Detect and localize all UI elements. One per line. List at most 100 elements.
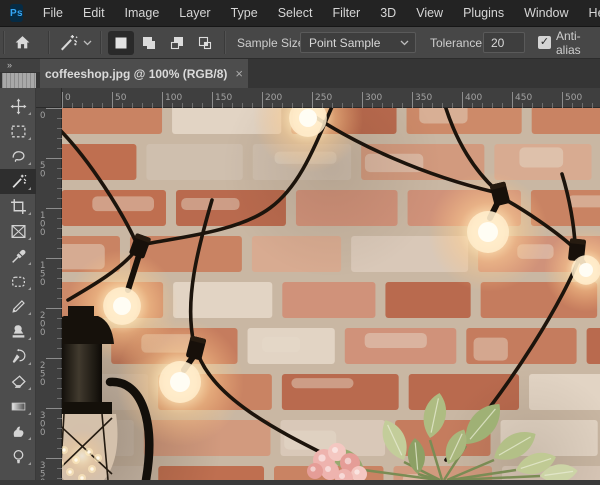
- menu-item-3d[interactable]: 3D: [370, 1, 406, 25]
- tolerance-label: Tolerance:: [430, 27, 485, 58]
- separator: [100, 31, 102, 54]
- tool-lasso[interactable]: [0, 144, 36, 169]
- anti-alias-checkbox[interactable]: ✓: [538, 36, 551, 49]
- tab-bar: » coffeeshop.jpg @ 100% (RGB/8) ×: [0, 59, 600, 88]
- subtract-from-selection-button[interactable]: [164, 31, 190, 55]
- tolerance-input[interactable]: [483, 32, 525, 53]
- collapse-icon: »: [7, 60, 12, 70]
- svg-text:0: 0: [40, 378, 45, 388]
- vertical-ruler[interactable]: 050100150200250300350: [36, 108, 62, 480]
- clone-stamp-icon: [10, 323, 27, 340]
- new-selection-button[interactable]: [108, 31, 134, 55]
- menu-item-view[interactable]: View: [406, 1, 453, 25]
- dodge-icon: [10, 448, 27, 465]
- document-title: coffeeshop.jpg @ 100% (RGB/8): [45, 67, 227, 81]
- tool-gradient[interactable]: [0, 394, 36, 419]
- options-bar: Sample Size: Point Sample Tolerance: ✓ A…: [0, 27, 600, 59]
- magic-wand-icon: [10, 173, 27, 190]
- eyedropper-icon: [10, 248, 27, 265]
- sample-size-label: Sample Size:: [237, 27, 308, 58]
- separator: [48, 31, 50, 54]
- document-canvas[interactable]: [62, 108, 600, 480]
- tool-eyedropper[interactable]: [0, 244, 36, 269]
- menu-item-layer[interactable]: Layer: [169, 1, 220, 25]
- tool-move[interactable]: [0, 94, 36, 119]
- sample-size-dropdown[interactable]: Point Sample: [300, 32, 416, 53]
- svg-text:0: 0: [40, 170, 45, 180]
- tool-eraser[interactable]: [0, 369, 36, 394]
- svg-text:450: 450: [515, 93, 532, 103]
- document-tab[interactable]: coffeeshop.jpg @ 100% (RGB/8) ×: [40, 59, 248, 88]
- menu-bar: Ps FileEditImageLayerTypeSelectFilter3DV…: [0, 0, 600, 27]
- svg-text:0: 0: [40, 111, 45, 121]
- tool-dodge[interactable]: [0, 444, 36, 469]
- svg-text:0: 0: [40, 278, 45, 288]
- svg-text:0: 0: [65, 93, 71, 103]
- add-to-selection-icon: [141, 35, 157, 51]
- tool-crop[interactable]: [0, 194, 36, 219]
- tool-brush[interactable]: [0, 294, 36, 319]
- magic-wand-icon: [58, 33, 78, 53]
- svg-text:500: 500: [565, 93, 582, 103]
- close-icon[interactable]: ×: [235, 66, 243, 81]
- frame-icon: [10, 223, 27, 240]
- menu-item-type[interactable]: Type: [221, 1, 268, 25]
- smudge-icon: [10, 423, 27, 440]
- tool-preset-chevron[interactable]: [83, 27, 92, 58]
- svg-text:200: 200: [265, 93, 282, 103]
- photo-brick-wall-string-lights: [62, 108, 600, 480]
- menu-item-file[interactable]: File: [33, 1, 73, 25]
- home-button[interactable]: [14, 27, 31, 58]
- spot-healing-icon: [10, 273, 27, 290]
- svg-text:50: 50: [115, 93, 127, 103]
- menu-item-edit[interactable]: Edit: [73, 1, 115, 25]
- svg-text:0: 0: [40, 428, 45, 438]
- svg-text:400: 400: [465, 93, 482, 103]
- svg-text:100: 100: [165, 93, 182, 103]
- tool-spot-healing[interactable]: [0, 269, 36, 294]
- menu-item-image[interactable]: Image: [115, 1, 170, 25]
- tool-clone-stamp[interactable]: [0, 319, 36, 344]
- move-icon: [10, 98, 27, 115]
- check-icon: ✓: [540, 36, 549, 48]
- tools-panel-collapse[interactable]: »: [0, 59, 40, 72]
- ruler-corner: [36, 88, 62, 108]
- new-selection-icon: [113, 35, 129, 51]
- svg-text:350: 350: [415, 93, 432, 103]
- svg-text:0: 0: [40, 328, 45, 338]
- eraser-icon: [10, 373, 27, 390]
- menu-item-select[interactable]: Select: [268, 1, 323, 25]
- svg-text:250: 250: [315, 93, 332, 103]
- tool-preset-button[interactable]: [58, 27, 78, 58]
- history-brush-icon: [10, 348, 27, 365]
- sample-size-value: Point Sample: [309, 36, 380, 50]
- add-to-selection-button[interactable]: [136, 31, 162, 55]
- menu-items: FileEditImageLayerTypeSelectFilter3DView…: [33, 1, 600, 25]
- subtract-from-selection-icon: [169, 35, 185, 51]
- menu-item-plugins[interactable]: Plugins: [453, 1, 514, 25]
- tool-magic-wand[interactable]: [0, 169, 36, 194]
- menu-item-help[interactable]: Help: [579, 1, 600, 25]
- tool-frame[interactable]: [0, 219, 36, 244]
- svg-text:300: 300: [365, 93, 382, 103]
- horizontal-ruler[interactable]: 0 50 100 150 200 250 300 350 400 450 500: [62, 88, 600, 108]
- separator: [3, 31, 5, 54]
- tool-smudge[interactable]: [0, 419, 36, 444]
- chevron-down-icon: [83, 40, 92, 46]
- home-icon: [14, 34, 31, 51]
- rectangular-marquee-icon: [10, 123, 27, 140]
- lasso-icon: [10, 148, 27, 165]
- intersect-selection-button[interactable]: [192, 31, 218, 55]
- gradient-icon: [10, 398, 27, 415]
- photoshop-logo: Ps: [10, 4, 23, 22]
- tool-history-brush[interactable]: [0, 344, 36, 369]
- toolbar: [0, 88, 36, 480]
- tool-rectangular-marquee[interactable]: [0, 119, 36, 144]
- chevron-down-icon: [400, 40, 409, 46]
- svg-text:150: 150: [215, 93, 232, 103]
- menu-item-window[interactable]: Window: [514, 1, 578, 25]
- crop-icon: [10, 198, 27, 215]
- brush-icon: [10, 298, 27, 315]
- menu-item-filter[interactable]: Filter: [322, 1, 370, 25]
- separator: [224, 31, 226, 54]
